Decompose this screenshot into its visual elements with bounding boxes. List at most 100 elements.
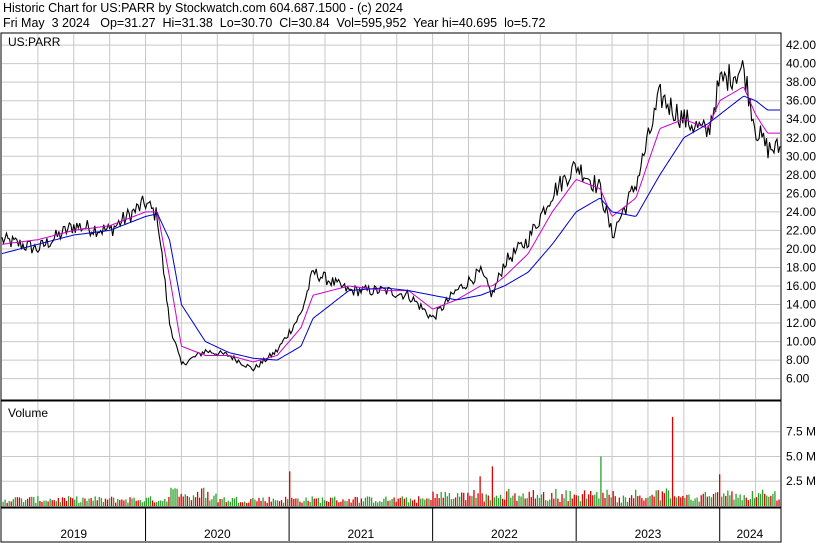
volume-bar <box>501 498 504 506</box>
price-tick-label: 24.00 <box>786 205 816 219</box>
volume-bar <box>678 496 680 506</box>
volume-bar <box>516 500 518 506</box>
volume-bar <box>90 498 92 506</box>
volume-bar <box>641 498 643 506</box>
volume-bar <box>20 498 23 506</box>
volume-bar <box>639 495 641 506</box>
volume-bar <box>471 496 473 506</box>
volume-bar <box>727 490 729 506</box>
volume-bar <box>534 498 537 506</box>
price-tick-label: 36.00 <box>786 94 816 108</box>
volume-bar <box>293 498 295 506</box>
volume-bar <box>616 502 618 506</box>
volume-bar <box>608 494 610 506</box>
volume-bar <box>434 497 436 506</box>
volume-bar <box>440 491 442 506</box>
volume-bar <box>389 500 391 506</box>
volume-bar <box>215 493 217 506</box>
volume-bar <box>659 500 661 506</box>
volume-bar <box>454 497 457 506</box>
volume-bar <box>221 498 223 506</box>
volume-bar <box>82 497 84 506</box>
volume-bar <box>489 500 491 506</box>
volume-bar <box>311 496 313 506</box>
volume-bar <box>370 497 373 506</box>
volume-bar <box>340 501 342 506</box>
volume-bar <box>112 497 115 506</box>
volume-bar <box>452 498 455 506</box>
volume-bar <box>420 498 422 506</box>
volume-bar <box>577 495 580 506</box>
year-label: 2020 <box>204 527 231 541</box>
volume-bar <box>409 498 412 506</box>
volume-bar <box>65 500 68 506</box>
volume-bar <box>43 500 45 506</box>
volume-bar <box>133 497 135 506</box>
volume-bar <box>704 492 706 506</box>
volume-bar <box>600 456 602 506</box>
volume-bar <box>495 495 498 506</box>
volume-bar <box>645 498 647 506</box>
volume-bar <box>401 496 403 506</box>
volume-bar <box>643 500 645 506</box>
price-tick-label: 22.00 <box>786 223 816 237</box>
volume-bar <box>508 488 510 506</box>
volume-bar <box>225 502 227 506</box>
volume-bar <box>327 501 330 506</box>
volume-bar <box>446 496 449 506</box>
volume-bar <box>147 497 150 506</box>
volume-bar <box>618 497 620 506</box>
volume-bar <box>702 493 704 506</box>
volume-bar <box>633 498 635 506</box>
year-label: 2022 <box>491 527 518 541</box>
volume-bar <box>174 488 176 506</box>
volume-bar <box>551 492 553 506</box>
volume-bar <box>172 489 174 506</box>
volume-bar <box>8 500 10 506</box>
volume-bar <box>553 498 555 506</box>
volume-bar <box>438 498 440 506</box>
volume-bar <box>287 499 289 506</box>
volume-bar <box>26 498 29 506</box>
volume-bar <box>227 500 229 506</box>
volume-bar <box>520 496 522 506</box>
volume-bar <box>262 497 264 506</box>
volume-bar <box>673 496 676 506</box>
volume-bar <box>426 498 428 506</box>
volume-bar <box>117 499 119 506</box>
symbol-label: US:PARR <box>8 35 61 49</box>
volume-bar <box>125 499 127 506</box>
volume-bar <box>450 499 453 506</box>
volume-bar <box>84 498 86 506</box>
volume-bar <box>143 501 145 506</box>
volume-bar <box>303 500 305 506</box>
volume-bar <box>540 494 543 506</box>
volume-bar <box>53 500 55 506</box>
volume-bar <box>375 501 377 506</box>
volume-bar <box>759 494 762 506</box>
volume-bar <box>317 497 320 506</box>
volume-bar <box>325 501 328 506</box>
volume-bar <box>239 502 242 506</box>
volume-bar <box>164 498 166 506</box>
volume-bar <box>630 495 633 506</box>
volume-bar <box>712 493 715 506</box>
volume-bar <box>598 498 600 506</box>
volume-bar <box>766 495 768 506</box>
volume-bar <box>770 495 772 506</box>
volume-bar <box>153 502 156 506</box>
volume-bar <box>442 497 444 506</box>
volume-bar <box>731 491 733 506</box>
volume-bar <box>76 496 78 506</box>
volume-bar <box>166 501 168 506</box>
volume-bar <box>475 497 477 506</box>
volume-bar <box>733 499 735 506</box>
volume-bar <box>614 496 616 506</box>
volume-bar <box>583 490 586 506</box>
volume-bar <box>272 498 274 506</box>
volume-bar <box>344 500 346 506</box>
volume-bar <box>295 498 297 506</box>
volume-bar <box>72 498 74 506</box>
volume-bar <box>278 501 281 506</box>
volume-bar <box>321 497 324 506</box>
